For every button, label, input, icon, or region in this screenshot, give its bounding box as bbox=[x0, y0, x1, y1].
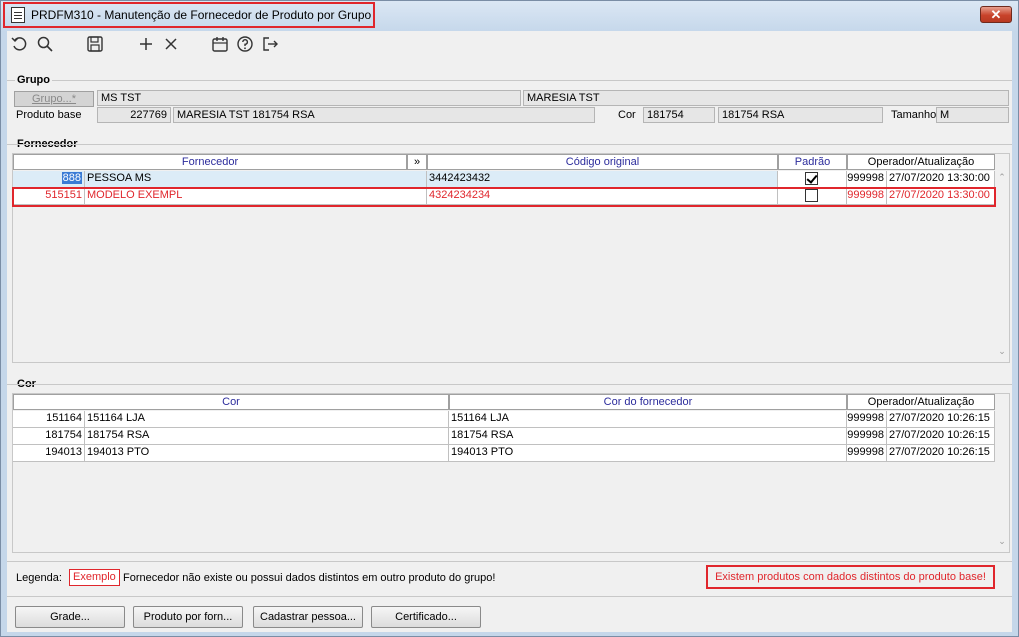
cor-code-cell: 181754 bbox=[13, 428, 85, 444]
scroll-down-icon[interactable]: ⌄ bbox=[996, 346, 1008, 357]
fornecedor-section bbox=[7, 144, 1012, 145]
cadastrar-pessoa-button[interactable]: Cadastrar pessoa... bbox=[253, 606, 363, 628]
cor-code-cell: 151164 bbox=[13, 411, 85, 427]
cor-fornecedor-cell: 151164 LJA bbox=[449, 411, 847, 427]
cor-section bbox=[7, 384, 1012, 385]
operador-cell: 999998 bbox=[847, 428, 887, 444]
document-icon bbox=[11, 7, 25, 23]
table-row[interactable]: 181754 181754 RSA 181754 RSA 999998 27/0… bbox=[13, 428, 995, 445]
legenda-sample: Exemplo bbox=[69, 569, 120, 586]
produto-base-name-field[interactable]: MARESIA TST 181754 RSA bbox=[173, 107, 595, 123]
title-bar: PRDFM310 - Manutenção de Fornecedor de P… bbox=[1, 1, 1018, 31]
data-cell: 27/07/2020 13:30:00 bbox=[887, 171, 995, 187]
help-icon[interactable] bbox=[236, 35, 254, 53]
operador-cell: 999998 bbox=[847, 171, 887, 187]
col-operador[interactable]: Operador/Atualização bbox=[847, 394, 995, 410]
grupo-section-label: Grupo bbox=[15, 74, 52, 86]
table-row[interactable]: 194013 194013 PTO 194013 PTO 999998 27/0… bbox=[13, 445, 995, 462]
fornecedor-code-cell: 888 bbox=[13, 171, 85, 187]
data-cell: 27/07/2020 10:26:15 bbox=[887, 428, 995, 444]
col-cor-fornecedor[interactable]: Cor do fornecedor bbox=[449, 394, 847, 410]
toolbar bbox=[7, 31, 1012, 57]
search-icon[interactable] bbox=[36, 35, 54, 53]
divider bbox=[7, 561, 1012, 562]
cor-name-cell: 194013 PTO bbox=[85, 445, 449, 461]
col-codigo-original[interactable]: Código original bbox=[427, 154, 778, 170]
cor-code-cell: 194013 bbox=[13, 445, 85, 461]
data-cell: 27/07/2020 10:26:15 bbox=[887, 411, 995, 427]
certificado-button[interactable]: Certificado... bbox=[371, 606, 481, 628]
fornecedor-code-text: 888 bbox=[61, 172, 82, 184]
row-highlight-box bbox=[12, 187, 996, 207]
cor-label: Cor bbox=[618, 109, 636, 121]
cor-name-field[interactable]: 181754 RSA bbox=[718, 107, 883, 123]
app-window: PRDFM310 - Manutenção de Fornecedor de P… bbox=[0, 0, 1019, 637]
table-row[interactable]: 888 PESSOA MS 3442423432 999998 27/07/20… bbox=[13, 171, 995, 188]
legenda-label: Legenda: bbox=[16, 572, 62, 584]
client-area: Grupo Grupo...* MS TST MARESIA TST Produ… bbox=[7, 31, 1012, 632]
grade-button[interactable]: Grade... bbox=[15, 606, 125, 628]
tamanho-field[interactable]: M bbox=[936, 107, 1009, 123]
window-title: PRDFM310 - Manutenção de Fornecedor de P… bbox=[31, 8, 372, 22]
warning-message: Existem produtos com dados distintos do … bbox=[706, 565, 995, 589]
legenda-text: Fornecedor não existe ou possui dados di… bbox=[123, 572, 496, 584]
fornecedor-grid[interactable]: Fornecedor » Código original Padrão Oper… bbox=[12, 153, 1010, 363]
undo-icon[interactable] bbox=[11, 35, 29, 53]
divider bbox=[7, 596, 1012, 597]
produto-base-label: Produto base bbox=[16, 109, 82, 121]
cor-fornecedor-cell: 194013 PTO bbox=[449, 445, 847, 461]
data-cell: 27/07/2020 10:26:15 bbox=[887, 445, 995, 461]
grupo-name-field[interactable]: MARESIA TST bbox=[523, 90, 1009, 106]
exit-icon[interactable] bbox=[261, 35, 279, 53]
cor-fornecedor-cell: 181754 RSA bbox=[449, 428, 847, 444]
operador-cell: 999998 bbox=[847, 445, 887, 461]
produto-base-code-field[interactable]: 227769 bbox=[97, 107, 171, 123]
col-operador[interactable]: Operador/Atualização bbox=[847, 154, 995, 170]
delete-icon[interactable] bbox=[162, 35, 180, 53]
col-cor[interactable]: Cor bbox=[13, 394, 449, 410]
operador-cell: 999998 bbox=[847, 411, 887, 427]
col-fornecedor[interactable]: Fornecedor bbox=[13, 154, 407, 170]
cor-name-cell: 151164 LJA bbox=[85, 411, 449, 427]
cor-grid[interactable]: Cor Cor do fornecedor Operador/Atualizaç… bbox=[12, 393, 1010, 553]
cor-code-field[interactable]: 181754 bbox=[643, 107, 715, 123]
codigo-original-cell: 3442423432 bbox=[427, 171, 778, 187]
padrao-cell bbox=[778, 171, 847, 187]
scroll-up-icon[interactable]: ⌃ bbox=[996, 172, 1008, 183]
padrao-checkbox[interactable] bbox=[805, 172, 818, 185]
grupo-button[interactable]: Grupo...* bbox=[14, 91, 94, 107]
save-icon[interactable] bbox=[86, 35, 104, 53]
cor-name-cell: 181754 RSA bbox=[85, 428, 449, 444]
scroll-down-icon[interactable]: ⌄ bbox=[996, 536, 1008, 547]
fornecedor-name-cell: PESSOA MS bbox=[85, 171, 427, 187]
grupo-code-field[interactable]: MS TST bbox=[97, 90, 521, 106]
calendar-icon[interactable] bbox=[211, 35, 229, 53]
tamanho-label: Tamanho bbox=[891, 109, 937, 121]
add-icon[interactable] bbox=[137, 35, 155, 53]
col-padrao[interactable]: Padrão bbox=[778, 154, 847, 170]
produto-por-forn-button[interactable]: Produto por forn... bbox=[133, 606, 243, 628]
expand-column-button[interactable]: » bbox=[407, 154, 427, 170]
close-button[interactable]: ✕ bbox=[980, 6, 1012, 23]
table-row[interactable]: 151164 151164 LJA 151164 LJA 999998 27/0… bbox=[13, 411, 995, 428]
title-highlight: PRDFM310 - Manutenção de Fornecedor de P… bbox=[3, 2, 375, 28]
